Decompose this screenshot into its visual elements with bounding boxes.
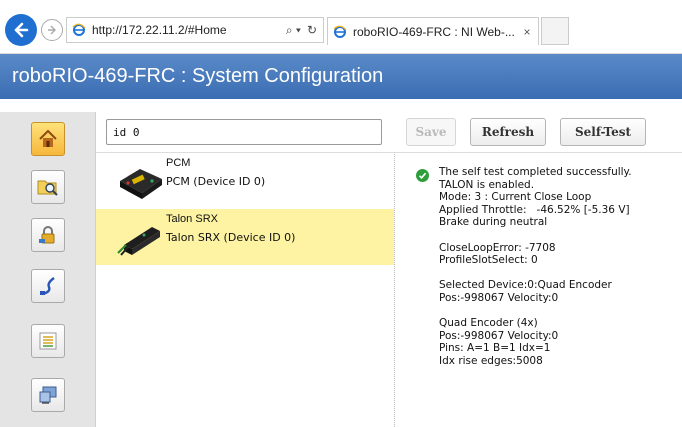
app-header: roboRIO-469-FRC : System Configuration xyxy=(0,54,682,99)
left-nav-rail xyxy=(0,112,96,427)
nav-home-button[interactable] xyxy=(31,122,65,156)
forward-button[interactable] xyxy=(41,19,63,41)
new-tab-button[interactable] xyxy=(541,17,569,45)
self-test-line xyxy=(439,267,679,280)
tab-title: roboRIO-469-FRC : NI Web-... xyxy=(353,24,515,39)
device-subtitle: Talon SRX (Device ID 0) xyxy=(166,231,296,244)
self-test-line: CloseLoopError: -7708 xyxy=(439,241,556,254)
browser-chrome: http://172.22.11.2/#Home ⌕ ▾ ↻ roboRIO-4… xyxy=(0,0,682,54)
self-test-line: Mode: 3 : Current Close Loop xyxy=(439,191,592,204)
self-test-line: TALON is enabled. xyxy=(439,178,535,191)
self-test-line: ProfileSlotSelect: 0 xyxy=(439,254,538,267)
list-item-selected[interactable]: Talon SRX Talon SRX (Device ID 0) xyxy=(96,209,394,265)
self-test-line: Idx rise edges:5008 xyxy=(439,354,543,367)
self-test-line: Brake during neutral xyxy=(439,216,548,229)
self-test-line: Pos:-998067 Velocity:0 xyxy=(439,291,559,304)
nav-monitor-button[interactable] xyxy=(31,378,65,412)
self-test-line: Selected Device:0:Quad Encoder xyxy=(439,279,612,292)
arrow-left-icon xyxy=(14,22,29,38)
address-bar[interactable]: http://172.22.11.2/#Home ⌕ ▾ ↻ xyxy=(66,17,324,43)
back-button[interactable] xyxy=(5,14,37,46)
self-test-panel: The self test completed successfully. TAL… xyxy=(394,152,682,427)
self-test-line xyxy=(439,229,679,242)
ie-logo-icon xyxy=(333,25,347,38)
device-name: PCM xyxy=(166,157,191,169)
self-test-line: Applied Throttle: -46.52% [-5.36 V] xyxy=(439,203,630,216)
search-dropdown-icon[interactable]: ⌕ ▾ xyxy=(286,23,301,38)
nav-network-button[interactable] xyxy=(31,269,65,303)
device-search-input[interactable] xyxy=(106,119,382,145)
device-list: PCM PCM (Device ID 0) Talon SRX Talon SR… xyxy=(96,152,394,427)
nav-security-button[interactable] xyxy=(31,218,65,252)
self-test-line xyxy=(439,305,679,318)
subheader-spacer xyxy=(0,99,682,112)
folder-search-icon xyxy=(37,180,58,196)
save-button[interactable]: Save xyxy=(406,118,456,146)
device-name: Talon SRX xyxy=(166,213,218,225)
talon-srx-icon xyxy=(117,227,160,256)
network-cable-icon xyxy=(40,277,55,296)
self-test-line: Pins: A=1 B=1 Idx=1 xyxy=(439,342,551,355)
self-test-line: Quad Encoder (4x) xyxy=(439,317,538,330)
device-toolbar: Save Refresh Self-Test xyxy=(394,112,682,152)
nav-browse-button[interactable] xyxy=(31,170,65,204)
list-icon xyxy=(39,332,57,350)
refresh-icon[interactable]: ↻ xyxy=(307,23,317,38)
close-tab-icon[interactable]: × xyxy=(520,25,534,39)
home-icon xyxy=(39,129,57,147)
pcm-module-icon xyxy=(120,169,162,199)
nav-log-button[interactable] xyxy=(31,324,65,358)
list-item[interactable]: PCM PCM (Device ID 0) xyxy=(96,153,394,209)
device-search-bar xyxy=(96,112,394,152)
device-subtitle: PCM (Device ID 0) xyxy=(166,175,266,188)
refresh-button[interactable]: Refresh xyxy=(470,118,546,146)
address-url[interactable]: http://172.22.11.2/#Home xyxy=(92,23,286,37)
browser-tab[interactable]: roboRIO-469-FRC : NI Web-... × xyxy=(327,17,539,45)
self-test-log: The self test completed successfully. TAL… xyxy=(439,166,679,368)
lock-icon xyxy=(39,226,55,244)
page-title: roboRIO-469-FRC : System Configuration xyxy=(12,65,384,87)
self-test-line: Pos:-998067 Velocity:0 xyxy=(439,329,559,342)
monitor-icon xyxy=(39,386,57,404)
arrow-right-icon xyxy=(48,25,56,35)
ie-logo-icon xyxy=(72,23,86,36)
self-test-line: The self test completed successfully. xyxy=(439,166,632,178)
self-test-button[interactable]: Self-Test xyxy=(560,118,646,146)
success-check-icon xyxy=(416,169,429,182)
